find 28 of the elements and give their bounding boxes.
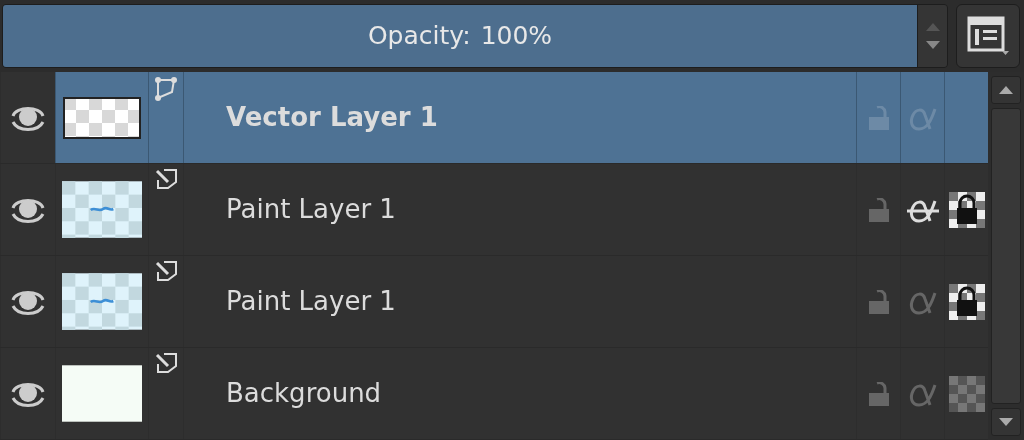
opacity-slider[interactable]: Opacity: 100% xyxy=(2,4,948,68)
alpha-lock-icon[interactable] xyxy=(948,283,985,320)
up-arrow-icon xyxy=(999,86,1013,94)
layer-name: Paint Layer 1 xyxy=(226,285,396,318)
layer-row[interactable]: Paint Layer 1 xyxy=(0,164,988,256)
lock-icon[interactable] xyxy=(866,381,891,406)
lock-icon[interactable] xyxy=(866,197,891,222)
layer-name: Paint Layer 1 xyxy=(226,193,396,226)
list-panel-icon xyxy=(966,15,1010,57)
spin-down-icon[interactable] xyxy=(925,41,940,49)
scroll-down-button[interactable] xyxy=(991,408,1021,436)
down-arrow-icon xyxy=(999,418,1013,426)
vector-path-icon xyxy=(154,76,178,102)
layer-row[interactable]: Paint Layer 1 xyxy=(0,256,988,348)
layer-row[interactable]: Background xyxy=(0,348,988,440)
lock-icon[interactable] xyxy=(866,289,891,314)
layer-name: Background xyxy=(226,377,382,410)
opacity-label: Opacity: xyxy=(367,20,471,53)
paint-brush-icon xyxy=(154,352,178,374)
paint-brush-icon xyxy=(154,168,178,190)
checkerboard-icon[interactable] xyxy=(948,375,985,412)
paint-brush-icon xyxy=(154,260,178,282)
opacity-value: 100% xyxy=(480,20,553,53)
view-options-button[interactable] xyxy=(956,4,1020,68)
layer-name: Vector Layer 1 xyxy=(226,101,438,134)
alpha-lock-icon[interactable] xyxy=(948,191,985,228)
scroll-up-button[interactable] xyxy=(991,76,1021,104)
layer-row[interactable]: Vector Layer 1 xyxy=(0,72,988,164)
